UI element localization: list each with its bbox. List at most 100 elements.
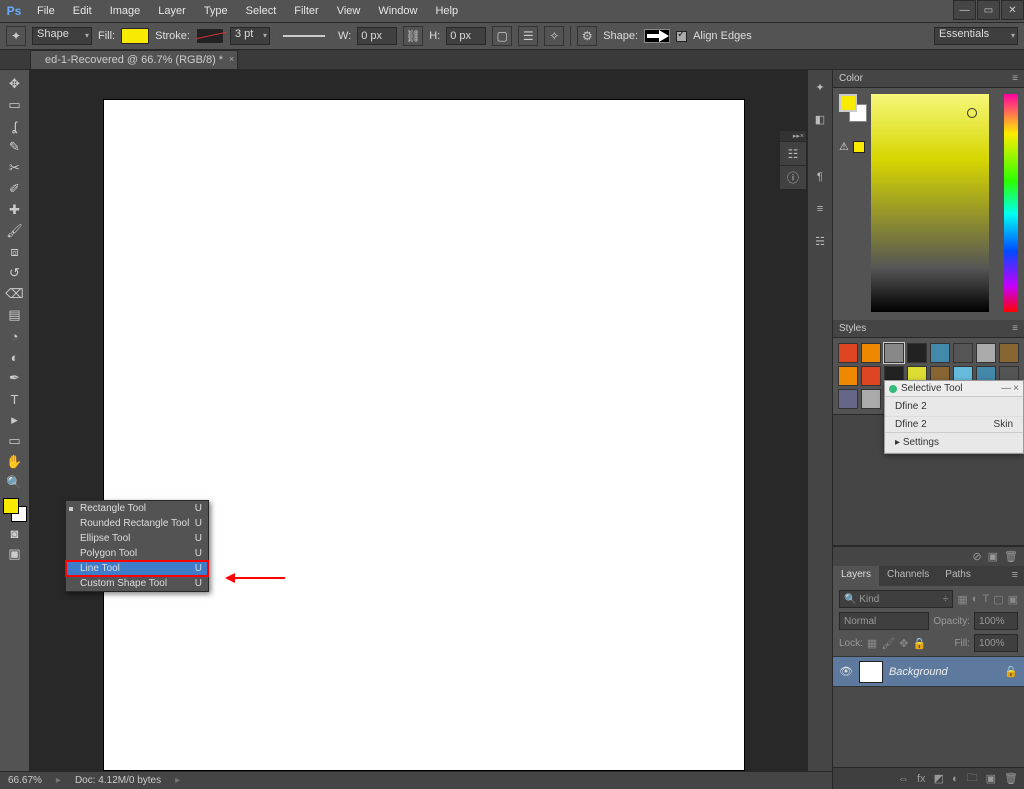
fx-icon[interactable]: fx bbox=[917, 773, 926, 785]
adjustment-icon[interactable]: ◐ bbox=[952, 773, 959, 785]
link-wh-icon[interactable]: ⛓ bbox=[403, 26, 423, 46]
healing-tool[interactable]: ✚ bbox=[3, 200, 27, 220]
flyout-line[interactable]: Line ToolU bbox=[66, 561, 208, 576]
warning-swatch[interactable] bbox=[853, 141, 865, 153]
style-swatch[interactable] bbox=[861, 389, 881, 409]
hand-tool[interactable]: ✋ bbox=[3, 452, 27, 472]
style-swatch[interactable] bbox=[861, 343, 881, 363]
trash-icon[interactable]: 🗑 bbox=[1004, 550, 1018, 563]
stroke-width-input[interactable]: 3 pt bbox=[230, 27, 270, 45]
zoom-value[interactable]: 66.67% bbox=[8, 775, 42, 786]
menu-help[interactable]: Help bbox=[426, 0, 467, 23]
adjustments-icon[interactable]: ◧ bbox=[811, 110, 829, 128]
crop-tool[interactable]: ✂ bbox=[3, 158, 27, 178]
tab-channels[interactable]: Channels bbox=[879, 566, 937, 586]
tool-mode-select[interactable]: Shape bbox=[32, 27, 92, 45]
style-swatch[interactable] bbox=[930, 343, 950, 363]
doc-size[interactable]: Doc: 4.12M/0 bytes bbox=[75, 775, 161, 786]
filter-adjust-icon[interactable]: ◐ bbox=[972, 593, 979, 605]
panel-menu-icon[interactable]: ≡ bbox=[1012, 323, 1018, 334]
align-edges-checkbox[interactable] bbox=[676, 31, 687, 42]
stroke-style-select[interactable] bbox=[276, 28, 332, 44]
color-marker[interactable] bbox=[967, 108, 977, 118]
height-input[interactable] bbox=[446, 27, 486, 45]
shape-preset[interactable] bbox=[644, 29, 670, 43]
menu-type[interactable]: Type bbox=[195, 0, 237, 23]
group-icon[interactable]: 🗀 bbox=[967, 769, 978, 788]
menu-layer[interactable]: Layer bbox=[149, 0, 195, 23]
eraser-tool[interactable]: ⌫ bbox=[3, 284, 27, 304]
stroke-swatch[interactable] bbox=[196, 28, 224, 44]
color-panel-header[interactable]: Color≡ bbox=[833, 70, 1024, 88]
filter-shape-icon[interactable]: ▢ bbox=[993, 593, 1003, 606]
history-icon[interactable]: ✦ bbox=[811, 78, 829, 96]
style-swatch[interactable] bbox=[838, 343, 858, 363]
fill-swatch[interactable] bbox=[121, 28, 149, 44]
sel-min-icon[interactable]: — bbox=[1001, 383, 1011, 394]
layer-fill-input[interactable]: 100% bbox=[974, 634, 1018, 652]
maximize-button[interactable]: ▭ bbox=[977, 0, 1000, 20]
filter-pixel-icon[interactable]: ▦ bbox=[957, 593, 967, 606]
flyout-ellipse[interactable]: Ellipse ToolU bbox=[66, 531, 208, 546]
menu-file[interactable]: File bbox=[28, 0, 64, 23]
path-select-tool[interactable]: ▸ bbox=[3, 410, 27, 430]
character-icon[interactable]: ¶ bbox=[811, 168, 829, 186]
lock-all-icon[interactable]: 🔒 bbox=[913, 637, 927, 650]
opacity-input[interactable]: 100% bbox=[974, 612, 1018, 630]
panel-menu-icon[interactable]: ≡ bbox=[1006, 566, 1024, 586]
color-swatch[interactable] bbox=[3, 498, 27, 522]
style-swatch[interactable] bbox=[838, 389, 858, 409]
menu-select[interactable]: Select bbox=[237, 0, 286, 23]
arrange-icon[interactable]: ✧ bbox=[544, 26, 564, 46]
quick-mask-icon[interactable]: ◙ bbox=[3, 523, 27, 543]
layer-row[interactable]: 👁 Background 🔒 bbox=[833, 657, 1024, 687]
flyout-rectangle[interactable]: Rectangle ToolU bbox=[66, 501, 208, 516]
menu-view[interactable]: View bbox=[328, 0, 370, 23]
zoom-tool[interactable]: 🔍 bbox=[3, 473, 27, 493]
width-input[interactable] bbox=[357, 27, 397, 45]
mini-close-icon[interactable]: × bbox=[800, 133, 804, 140]
screen-mode-icon[interactable]: ▣ bbox=[3, 544, 27, 564]
gradient-tool[interactable]: ▤ bbox=[3, 305, 27, 325]
layer-thumb[interactable] bbox=[859, 661, 883, 683]
new-style-icon[interactable]: ▣ bbox=[988, 550, 998, 563]
panel-menu-icon[interactable]: ≡ bbox=[1012, 73, 1018, 84]
brush-panel-icon[interactable]: ☵ bbox=[811, 232, 829, 250]
flyout-polygon[interactable]: Polygon ToolU bbox=[66, 546, 208, 561]
blend-mode-select[interactable]: Normal bbox=[839, 612, 929, 630]
history-brush-tool[interactable]: ↺ bbox=[3, 263, 27, 283]
sel-settings[interactable]: Settings bbox=[903, 437, 939, 448]
mini-info-icon[interactable]: ⓘ bbox=[780, 165, 806, 189]
stamp-tool[interactable]: ⧈ bbox=[3, 242, 27, 262]
align-icon[interactable]: ☰ bbox=[518, 26, 538, 46]
blur-tool[interactable]: ◔ bbox=[3, 326, 27, 346]
paragraph-icon[interactable]: ≡ bbox=[811, 200, 829, 218]
visibility-icon[interactable]: 👁 bbox=[839, 665, 853, 678]
path-op-icon[interactable]: ▢ bbox=[492, 26, 512, 46]
quick-select-tool[interactable]: ✎ bbox=[3, 137, 27, 157]
close-button[interactable]: ✕ bbox=[1001, 0, 1024, 20]
style-swatch[interactable] bbox=[838, 366, 858, 386]
selective-tool-window[interactable]: Selective Tool—× Dfine 2 Dfine 2Skin ▸ S… bbox=[884, 380, 1024, 454]
filter-type-icon[interactable]: T bbox=[982, 593, 989, 605]
shape-tool[interactable]: ▭ bbox=[3, 431, 27, 451]
style-swatch[interactable] bbox=[999, 343, 1019, 363]
brush-tool[interactable]: 🖌 bbox=[3, 221, 27, 241]
layer-name[interactable]: Background bbox=[889, 666, 948, 678]
mini-collapse-icon[interactable]: ▸▸ bbox=[793, 132, 800, 140]
color-field[interactable] bbox=[871, 94, 989, 312]
type-tool[interactable]: T bbox=[3, 389, 27, 409]
new-layer-icon[interactable]: ▣ bbox=[986, 772, 996, 785]
lock-icon[interactable]: 🔒 bbox=[1004, 665, 1018, 678]
workspace-select[interactable]: Essentials bbox=[934, 27, 1018, 45]
tab-paths[interactable]: Paths bbox=[937, 566, 979, 586]
lock-pos-icon[interactable]: ✥ bbox=[899, 637, 908, 650]
menu-image[interactable]: Image bbox=[101, 0, 150, 23]
sel-opt1[interactable]: Dfine 2 bbox=[895, 419, 927, 430]
move-tool[interactable]: ✥ bbox=[3, 74, 27, 94]
lock-trans-icon[interactable]: ▦ bbox=[867, 637, 877, 650]
style-swatch[interactable] bbox=[953, 343, 973, 363]
document-tab[interactable]: ed-1-Recovered @ 66.7% (RGB/8) * × bbox=[30, 50, 238, 69]
style-swatch[interactable] bbox=[976, 343, 996, 363]
dodge-tool[interactable]: ◐ bbox=[3, 347, 27, 367]
